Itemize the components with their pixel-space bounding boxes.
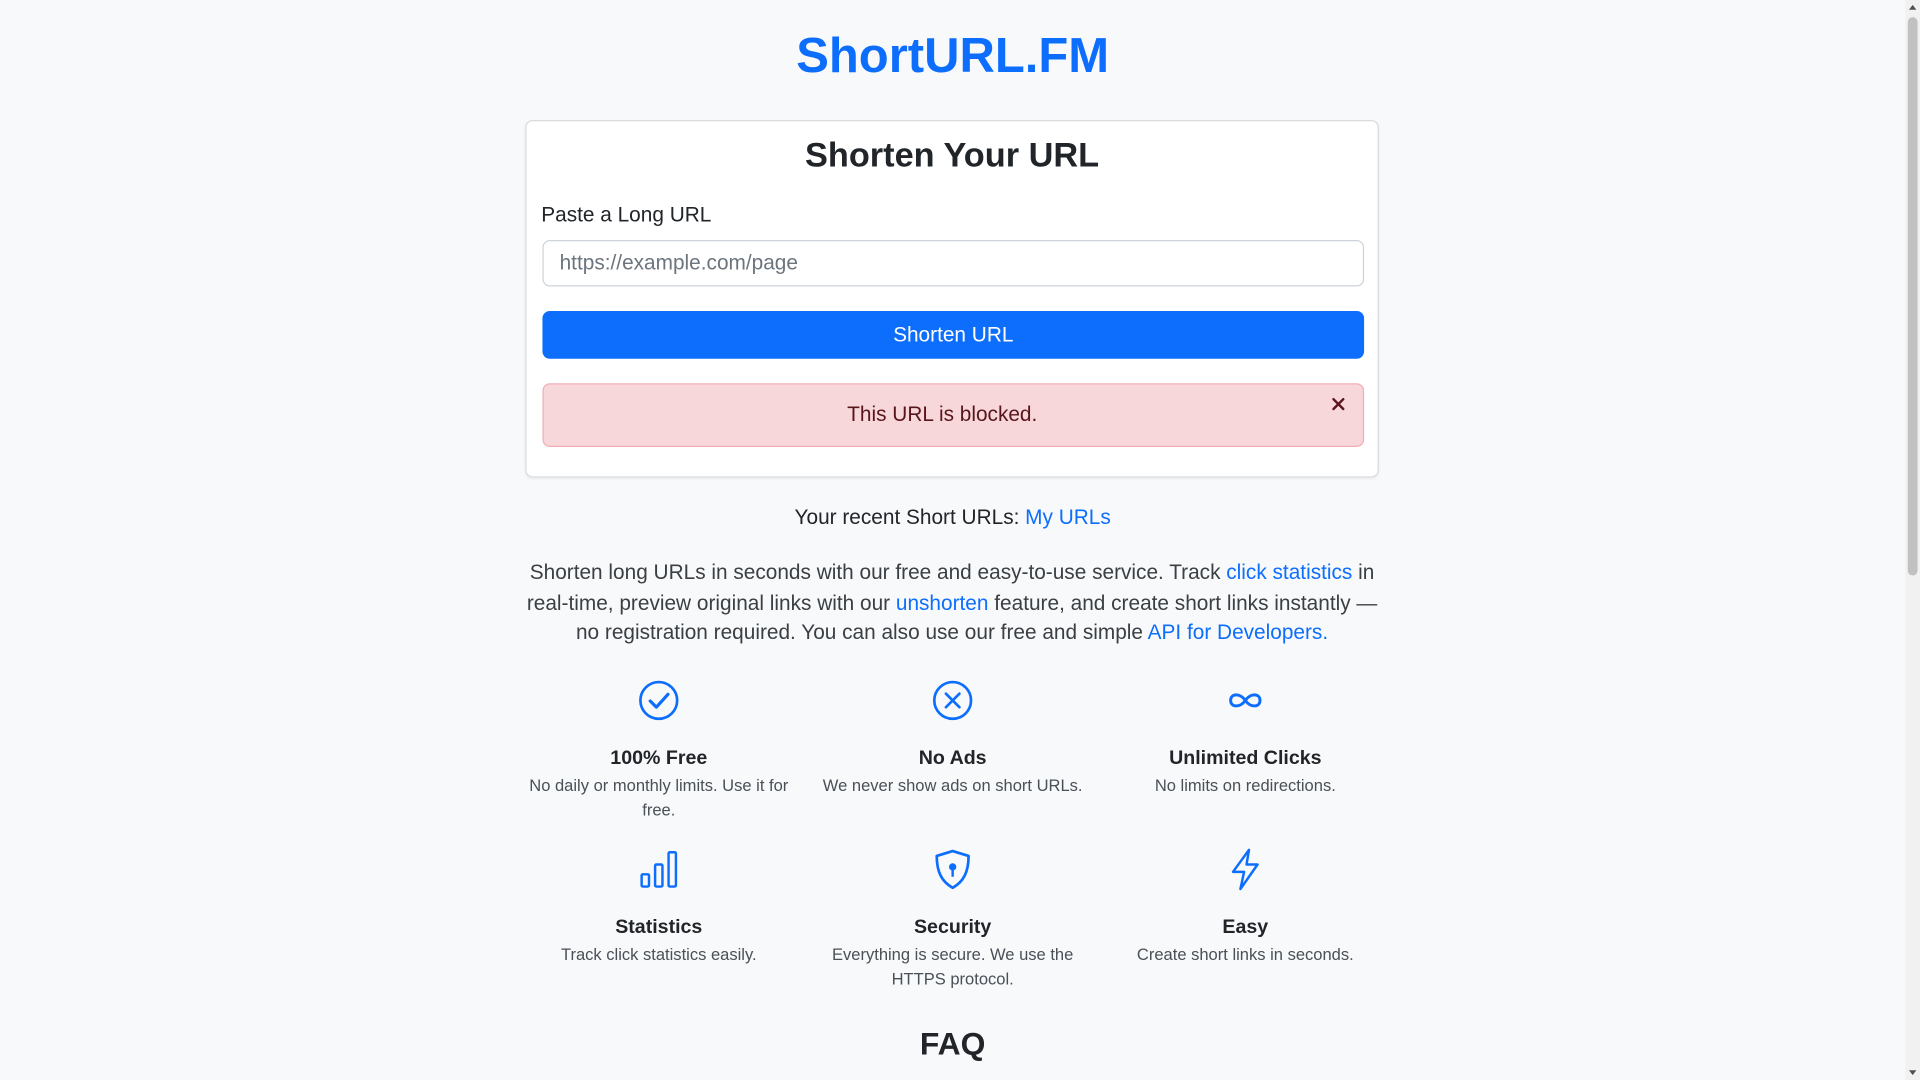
faq-heading: FAQ — [919, 1024, 986, 1062]
feature-desc: Create short links in seconds. — [1136, 945, 1354, 964]
feature-easy: Easy Create short links in seconds. — [1113, 847, 1377, 966]
shorten-card: Shorten Your URL Paste a Long URL Shorte… — [525, 120, 1379, 478]
feature-title: 100% Free — [610, 748, 708, 769]
feature-desc: No limits on redirections. — [1154, 776, 1336, 795]
close-icon[interactable] — [1329, 394, 1349, 414]
url-field-label: Paste a Long URL — [541, 203, 712, 227]
api-for-developers-link[interactable]: API for Developers. — [1148, 621, 1328, 644]
feature-title: Security — [913, 917, 992, 938]
feature-statistics: Statistics Track click statistics easily… — [527, 847, 791, 966]
feature-title: No Ads — [918, 748, 987, 769]
intro-part-1: Shorten long URLs in seconds with our fr… — [529, 560, 1227, 585]
x-circle-icon — [932, 680, 973, 721]
check-circle-icon — [639, 680, 679, 721]
feature-desc: No daily or monthly limits. Use it for f… — [529, 776, 789, 819]
scroll-down-icon[interactable] — [1905, 1065, 1920, 1080]
feature-free: 100% Free No daily or monthly limits. Us… — [527, 678, 791, 821]
shorten-url-button[interactable]: Shorten URL — [542, 311, 1365, 359]
site-title[interactable]: ShortURL.FM — [0, 29, 1905, 84]
scrollbar-thumb[interactable] — [1907, 17, 1918, 576]
vertical-scrollbar[interactable] — [1905, 0, 1920, 1080]
lightning-icon — [1231, 848, 1259, 891]
shield-lock-icon — [935, 849, 970, 890]
recent-urls-label: Your recent Short URLs: — [794, 505, 1026, 529]
intro-text: Shorten long URLs in seconds with our fr… — [525, 558, 1378, 648]
feature-no-ads: No Ads We never show ads on short URLs. — [820, 678, 1084, 797]
click-statistics-link[interactable]: click statistics — [1226, 561, 1352, 584]
my-urls-link[interactable]: My URLs — [1025, 506, 1111, 529]
feature-security: Security Everything is secure. We use th… — [820, 847, 1084, 990]
unshorten-link[interactable]: unshorten — [896, 591, 989, 614]
page: ShortURL.FM Shorten Your URL Paste a Lon… — [0, 0, 1920, 1080]
feature-title: Statistics — [615, 917, 703, 938]
feature-desc: Everything is secure. We use the HTTPS p… — [831, 945, 1074, 988]
feature-desc: Track click statistics easily. — [560, 945, 757, 964]
scroll-up-icon[interactable] — [1905, 0, 1920, 15]
feature-unlimited-clicks: Unlimited Clicks No limits on redirectio… — [1113, 678, 1377, 797]
feature-desc: We never show ads on short URLs. — [822, 776, 1083, 795]
recent-urls: Your recent Short URLs: My URLs — [0, 506, 1905, 530]
infinity-icon — [1229, 693, 1262, 708]
url-input[interactable] — [542, 240, 1365, 287]
bar-chart-icon — [640, 851, 678, 888]
alert-message: This URL is blocked. — [847, 402, 1038, 427]
feature-title: Unlimited Clicks — [1169, 748, 1322, 769]
card-title: Shorten Your URL — [805, 135, 1100, 174]
error-alert: This URL is blocked. — [542, 383, 1365, 447]
feature-title: Easy — [1222, 917, 1269, 938]
